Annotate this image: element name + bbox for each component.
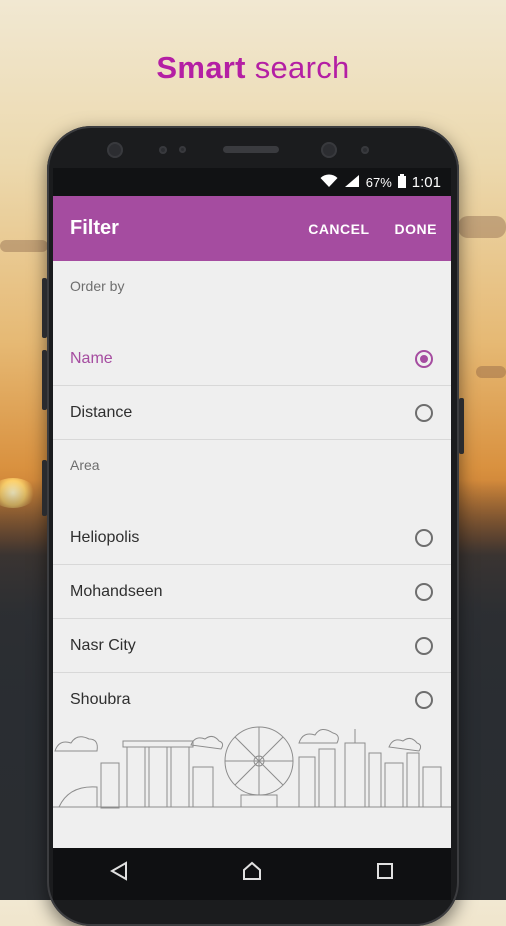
radio-button-icon[interactable] [415,582,433,601]
order-option-name[interactable]: Name [53,332,451,386]
front-camera-icon [107,142,123,158]
order-option-distance[interactable]: Distance [53,386,451,440]
battery-icon [397,173,406,191]
sensor-icon [361,146,369,154]
volume-button [42,278,47,338]
recents-icon[interactable] [370,862,400,886]
cloud [0,240,48,252]
option-label: Nasr City [70,636,136,654]
cloud [458,216,506,238]
android-nav-bar [53,848,451,900]
volume-button [42,350,47,410]
promo-headline: Smart search [156,50,350,85]
skyline-illustration [53,726,451,809]
home-icon[interactable] [237,861,267,887]
done-button[interactable]: DONE [395,221,437,237]
phone-screen: 67% 1:01 Filter CANCEL DONE Order by Nam… [53,168,451,900]
option-label: Name [70,349,113,367]
option-label: Shoubra [70,690,131,708]
back-icon[interactable] [104,861,134,887]
page-title: Filter [70,217,119,239]
section-header-area: Area [70,457,100,473]
cancel-button[interactable]: CANCEL [308,221,369,237]
section-header-order-by: Order by [70,278,125,294]
status-time: 1:01 [411,173,441,191]
radio-button-icon[interactable] [415,636,433,655]
area-option-mohandseen[interactable]: Mohandseen [53,565,451,619]
bixby-button [42,460,47,516]
wifi-icon [320,173,338,191]
option-label: Mohandseen [70,582,163,600]
cloud [476,366,506,378]
power-button [459,398,464,454]
sensor-icon [159,146,167,154]
iris-scanner-icon [321,142,337,158]
radio-button-icon[interactable] [415,690,433,709]
option-label: Distance [70,403,133,421]
radio-button-icon[interactable] [415,403,433,422]
radio-button-selected-icon[interactable] [415,349,433,368]
app-bar: Filter CANCEL DONE [53,196,451,261]
battery-percent: 67% [365,174,392,190]
status-bar: 67% 1:01 [53,168,451,196]
speaker-grille [223,146,279,153]
radio-button-icon[interactable] [415,528,433,547]
sensor-icon [179,146,186,153]
area-option-nasr-city[interactable]: Nasr City [53,619,451,673]
option-label: Heliopolis [70,528,140,546]
area-option-shoubra[interactable]: Shoubra [53,673,451,726]
area-option-heliopolis[interactable]: Heliopolis [53,511,451,565]
signal-icon [344,174,360,191]
